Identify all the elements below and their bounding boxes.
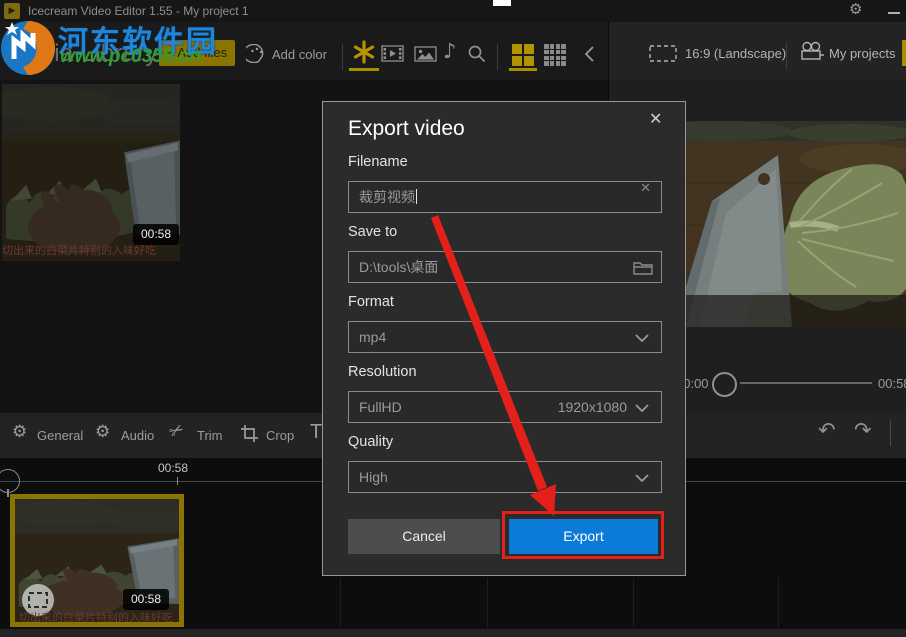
general-gear-icon[interactable]: ⚙	[12, 424, 27, 441]
quality-value: High	[359, 469, 388, 485]
search-icon[interactable]	[467, 44, 487, 64]
separator	[890, 420, 891, 446]
playhead-stem	[7, 489, 9, 497]
total-duration: 00:58	[878, 376, 906, 391]
watermark-site-url: www.pc0359.cn	[60, 46, 201, 68]
media-thumbnail[interactable]: ✓ 00:58 切出来的白菜片特别的入味好吃	[2, 84, 180, 261]
aspect-ratio-button[interactable]: 16:9 (Landscape)	[685, 46, 786, 61]
watermark-logo	[0, 19, 58, 77]
tool-crop[interactable]: Crop	[266, 428, 294, 443]
separator	[342, 44, 343, 70]
cancel-button[interactable]: Cancel	[348, 519, 500, 554]
minimize-button[interactable]	[888, 12, 900, 14]
app-window: ▶ Icecream Video Editor 1.55 - My projec…	[0, 0, 906, 637]
timeline-gridline	[340, 578, 341, 628]
timeline-gridline	[633, 578, 634, 628]
collapse-panel-chevron-icon[interactable]	[584, 45, 595, 63]
close-icon[interactable]: ✕	[649, 111, 662, 127]
separator	[786, 42, 787, 70]
resolution-value: FullHD	[359, 399, 402, 415]
preview-frame-image	[660, 121, 906, 327]
tool-trim[interactable]: Trim	[197, 428, 223, 443]
image-files-icon[interactable]	[414, 46, 437, 62]
window-title: Icecream Video Editor 1.55 - My project …	[28, 4, 249, 18]
annotation-highlight-box	[502, 511, 664, 559]
timeline-scroll-track	[0, 629, 906, 637]
screenshot-artifact	[493, 0, 511, 6]
grid-large-view-icon[interactable]	[512, 44, 534, 66]
video-preview	[660, 121, 906, 327]
quality-select[interactable]: High	[348, 461, 662, 493]
resolution-detail: 1920x1080	[558, 392, 627, 422]
projector-icon	[800, 41, 825, 61]
aspect-ratio-icon	[649, 45, 677, 62]
audio-files-icon[interactable]: ♪	[443, 41, 456, 62]
settings-gear-icon[interactable]: ⚙	[849, 2, 862, 17]
my-projects-button[interactable]: My projects	[829, 46, 895, 61]
separator	[497, 44, 498, 70]
all-media-asterisk-icon[interactable]	[352, 40, 376, 64]
resolution-label: Resolution	[348, 364, 417, 380]
format-select[interactable]: mp4	[348, 321, 662, 353]
timeline-gridline	[487, 578, 488, 628]
export-dialog: Export video ✕ Filename 裁剪视频 ✕ Save to D…	[322, 101, 686, 576]
active-tab-underline	[349, 68, 379, 71]
tool-general[interactable]: General	[37, 428, 83, 443]
save-to-input[interactable]: D:\tools\桌面	[348, 251, 662, 283]
clear-field-icon[interactable]: ✕	[640, 182, 651, 195]
dialog-title: Export video	[348, 117, 465, 141]
resolution-select[interactable]: FullHD 1920x1080	[348, 391, 662, 423]
burned-in-subtitle: 切出来的白菜片特别的入味好吃	[2, 242, 180, 258]
undo-icon[interactable]: ↶	[818, 420, 836, 441]
format-label: Format	[348, 294, 394, 310]
tool-audio[interactable]: Audio	[121, 428, 154, 443]
grid-small-view-icon[interactable]	[544, 44, 566, 66]
crop-icon[interactable]	[240, 424, 259, 443]
chevron-down-icon	[635, 334, 649, 342]
audio-gear-icon[interactable]: ⚙	[95, 424, 110, 441]
ruler-time-mark: 00:58	[158, 461, 188, 475]
save-to-value: D:\tools\桌面	[359, 259, 438, 275]
chevron-down-icon	[635, 404, 649, 412]
clip-duration-badge: 00:58	[123, 589, 169, 610]
add-color-button[interactable]: Add color	[272, 47, 327, 62]
format-value: mp4	[359, 329, 386, 345]
timeline-clip[interactable]: 00:58 切出来的白菜片特别的入味好吃	[10, 494, 184, 627]
chevron-down-icon	[635, 474, 649, 482]
filename-label: Filename	[348, 154, 408, 170]
app-icon: ▶	[4, 3, 20, 19]
redo-icon[interactable]: ↷	[854, 420, 872, 441]
ruler-tick	[177, 477, 178, 485]
export-header-button-partial[interactable]	[902, 40, 906, 66]
save-to-label: Save to	[348, 224, 397, 240]
timeline-gridline	[778, 578, 779, 628]
tool-text-partial[interactable]: T	[310, 421, 322, 444]
folder-icon[interactable]	[633, 260, 653, 275]
active-view-underline	[509, 68, 537, 71]
filename-value: 裁剪视频	[359, 189, 415, 205]
text-caret	[416, 189, 417, 204]
palette-icon	[246, 44, 268, 63]
seek-track[interactable]	[740, 382, 872, 384]
clip-subtitle: 切出来的白菜片特别的入味好吃	[19, 609, 179, 625]
quality-label: Quality	[348, 434, 393, 450]
seek-knob[interactable]	[712, 372, 737, 397]
filename-input[interactable]: 裁剪视频 ✕	[348, 181, 662, 213]
video-files-icon[interactable]	[381, 45, 404, 62]
